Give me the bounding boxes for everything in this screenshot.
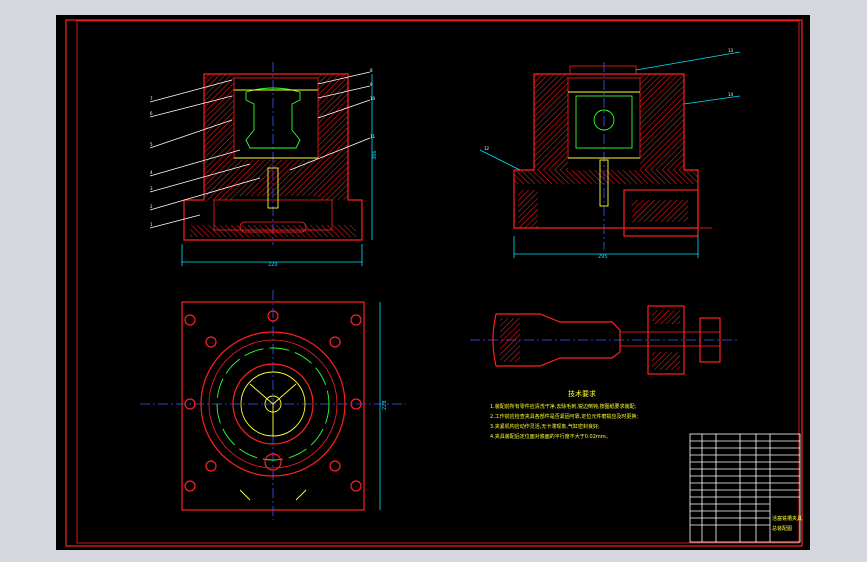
- part-label-12: 12: [484, 146, 490, 151]
- tech-req-line-1: 2.工作前应检查夹具各部件是否紧固可靠,定位元件磨损应及时更换;: [490, 413, 638, 420]
- tech-req-line-3: 4.夹具装配后定位面对底面的平行度不大于0.02mm。: [490, 433, 611, 440]
- dimension-left-width: 220: [268, 262, 278, 268]
- part-label-13: 13: [728, 48, 734, 53]
- dimension-right-width: 295: [598, 254, 608, 260]
- tech-req-line-2: 3.夹紧机构应动作灵活,无卡滞现象,气缸密封良好;: [490, 423, 600, 430]
- dimension-plan-height: 228: [382, 400, 388, 410]
- title-block-sub: 总装配图: [772, 525, 792, 532]
- tech-req-line-0: 1.装配前所有零件应清洗干净,去除毛刺,锐边倒钝,按图纸要求装配;: [490, 403, 637, 410]
- part-label-right-3: 11: [370, 134, 376, 139]
- drawing-sheet: [56, 15, 810, 550]
- tech-req-title: 技术要求: [568, 389, 596, 398]
- cad-viewer: 220 386 7 6 5 4 3 2 1 8 9 10 11 295 13 1…: [0, 0, 867, 562]
- part-label-right-2: 10: [370, 96, 376, 101]
- dimension-left-height: 386: [372, 150, 378, 160]
- part-label-14: 14: [728, 92, 734, 97]
- title-block-name: 活塞铣槽夹具: [772, 515, 802, 522]
- cad-drawing-canvas[interactable]: 220 386 7 6 5 4 3 2 1 8 9 10 11 295 13 1…: [0, 0, 867, 562]
